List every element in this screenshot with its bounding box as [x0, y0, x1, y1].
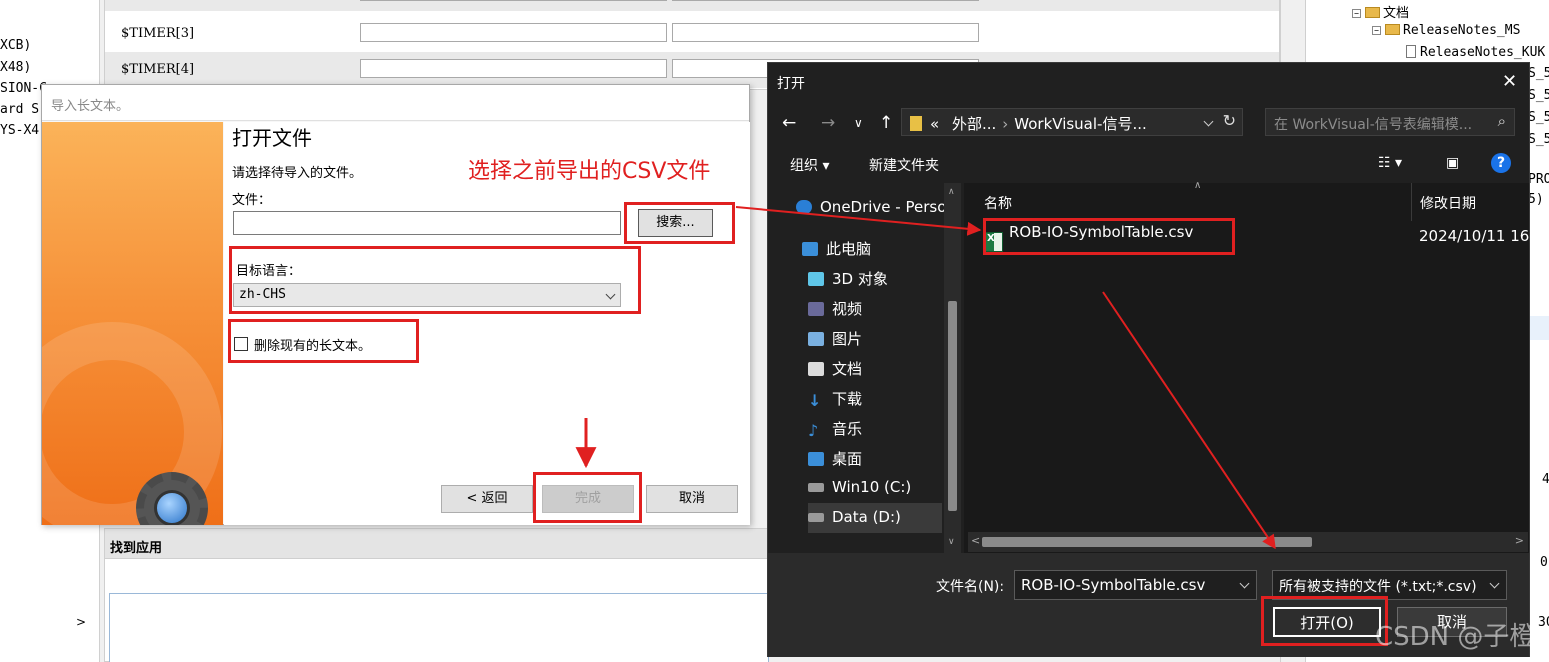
arrow-to-open-button	[1102, 291, 1276, 550]
annotation-arrows	[575, 206, 1276, 550]
arrow-to-csv-file	[735, 206, 982, 236]
watermark: CSDN @子橙	[1375, 622, 1536, 652]
